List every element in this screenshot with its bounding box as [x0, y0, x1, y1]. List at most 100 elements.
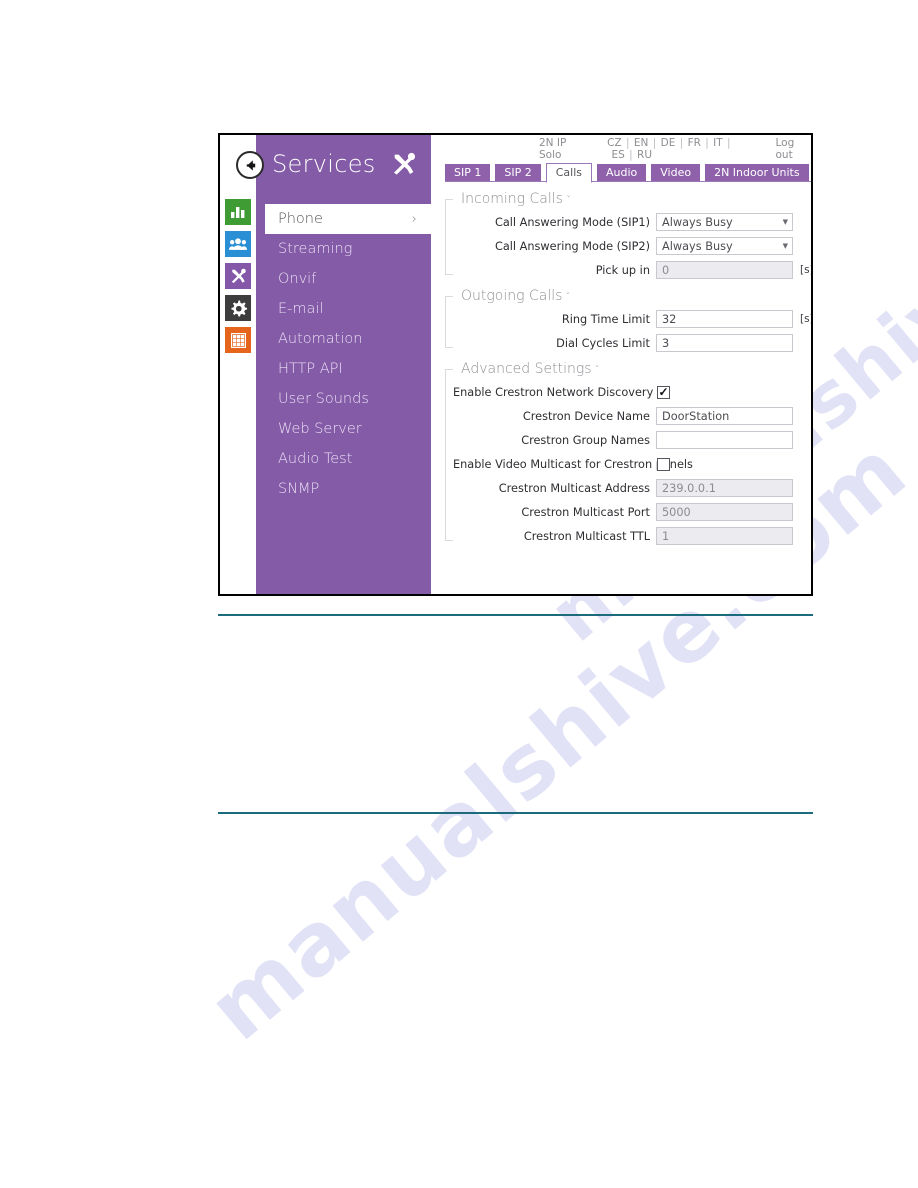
- tab-video[interactable]: Video: [651, 164, 701, 181]
- tab-2n-indoor-units[interactable]: 2N Indoor Units: [705, 164, 809, 181]
- ring-time-limit-input[interactable]: 32: [656, 310, 793, 328]
- chevron-down-icon: ˇ: [565, 292, 571, 303]
- horizontal-rule-bottom: [218, 812, 813, 814]
- sidebar-item-email[interactable]: E-mail: [256, 294, 431, 324]
- device-model: 2N IP Solo: [539, 137, 567, 161]
- field-row-crestron-multicast-address: Crestron Multicast Address 239.0.0.1: [453, 479, 811, 497]
- services-panel: Services Phone › Streaming Onvif E-mail …: [256, 135, 431, 594]
- sidebar-item-web-server[interactable]: Web Server: [256, 414, 431, 444]
- tab-audio[interactable]: Audio: [596, 164, 647, 181]
- logout-link[interactable]: Log out: [776, 137, 810, 161]
- field-row-dial-cycles-limit: Dial Cycles Limit 3: [453, 334, 811, 352]
- field-row-crestron-group-names: Crestron Group Names: [453, 431, 811, 449]
- top-bar: 2N IP Solo CZ | EN | DE | FR | IT | ES |…: [445, 135, 811, 163]
- field-label: Enable Video Multicast for Crestron pane…: [453, 457, 693, 471]
- lang-de[interactable]: DE: [661, 137, 676, 149]
- field-row-call-answering-sip2: Call Answering Mode (SIP2) Always Busy ▼: [453, 237, 811, 255]
- field-label: Enable Crestron Network Discovery: [453, 385, 654, 399]
- field-row-crestron-device-name: Crestron Device Name DoorStation: [453, 407, 811, 425]
- crestron-multicast-ttl-input[interactable]: 1: [656, 527, 793, 545]
- field-row-crestron-multicast-ttl: Crestron Multicast TTL 1: [453, 527, 811, 545]
- field-row-crestron-multicast-port: Crestron Multicast Port 5000: [453, 503, 811, 521]
- directory-icon[interactable]: [225, 231, 251, 257]
- services-icon[interactable]: [225, 263, 251, 289]
- lang-sep: |: [701, 137, 713, 149]
- sidebar-item-label: SNMP: [278, 481, 320, 497]
- section-title: Incoming Calls: [461, 191, 563, 207]
- section-outgoing-calls: Outgoing Calls ˇ Ring Time Limit 32 [s] D…: [445, 287, 811, 352]
- field-label: Crestron Multicast Port: [521, 505, 650, 519]
- field-label: Crestron Multicast TTL: [523, 529, 650, 543]
- call-answering-mode-sip1-select[interactable]: Always Busy ▼: [656, 213, 793, 231]
- lang-sep: |: [676, 137, 687, 149]
- field-value: Always Busy: [662, 239, 733, 253]
- field-value: 32: [662, 312, 677, 326]
- bar-chart-icon: [231, 207, 245, 218]
- sidebar-item-phone[interactable]: Phone ›: [265, 204, 431, 234]
- section-header[interactable]: Advanced Settings ˇ: [461, 361, 606, 377]
- lang-fr[interactable]: FR: [688, 137, 701, 149]
- checkmark-icon: ✓: [658, 385, 669, 399]
- sidebar-item-snmp[interactable]: SNMP: [256, 474, 431, 504]
- page-title: Services: [272, 150, 376, 178]
- language-switcher[interactable]: CZ | EN | DE | FR | IT | ES | RU: [607, 137, 753, 161]
- panel-header: Services: [256, 135, 431, 193]
- field-value: 239.0.0.1: [662, 481, 716, 495]
- field-value: DoorStation: [662, 409, 730, 423]
- field-unit: [s]: [800, 264, 813, 276]
- field-label: Crestron Multicast Address: [498, 481, 650, 495]
- dial-cycles-limit-input[interactable]: 3: [656, 334, 793, 352]
- sidebar-item-label: Phone: [278, 211, 323, 227]
- enable-crestron-network-discovery-checkbox[interactable]: ✓: [657, 385, 670, 399]
- gear-icon: [230, 299, 247, 317]
- crestron-multicast-address-input[interactable]: 239.0.0.1: [656, 479, 793, 497]
- tab-calls[interactable]: Calls: [545, 162, 592, 183]
- field-label: Ring Time Limit: [561, 312, 650, 326]
- pick-up-in-input[interactable]: 0: [656, 261, 793, 279]
- field-value: 3: [662, 336, 670, 350]
- lang-ru[interactable]: RU: [637, 149, 652, 161]
- sidebar-item-automation[interactable]: Automation: [256, 324, 431, 354]
- users-icon: [229, 238, 247, 250]
- section-incoming-calls: Incoming Calls ˇ Call Answering Mode (SIP…: [445, 190, 813, 279]
- lang-en[interactable]: EN: [634, 137, 649, 149]
- crestron-device-name-input[interactable]: DoorStation: [656, 407, 793, 425]
- field-value: 1: [662, 529, 670, 543]
- field-value: 0: [662, 263, 670, 277]
- sidebar-item-label: User Sounds: [278, 391, 369, 407]
- sidebar-item-label: Automation: [278, 331, 363, 347]
- sidebar-item-streaming[interactable]: Streaming: [256, 234, 431, 264]
- back-arrow-icon: [246, 159, 255, 171]
- tab-sip-1[interactable]: SIP 1: [445, 164, 491, 181]
- back-button[interactable]: [236, 151, 264, 179]
- enable-video-multicast-checkbox[interactable]: [657, 457, 670, 471]
- lang-es[interactable]: ES: [612, 149, 625, 161]
- field-label: Pick up in: [595, 263, 650, 277]
- system-icon[interactable]: [225, 295, 251, 321]
- tab-sip-2[interactable]: SIP 2: [495, 164, 541, 181]
- sidebar-item-audio-test[interactable]: Audio Test: [256, 444, 431, 474]
- content-area: 2N IP Solo CZ | EN | DE | FR | IT | ES |…: [431, 135, 813, 594]
- call-answering-mode-sip2-select[interactable]: Always Busy ▼: [656, 237, 793, 255]
- status-icon[interactable]: [225, 199, 251, 225]
- section-header[interactable]: Incoming Calls ˇ: [461, 191, 577, 207]
- field-label: Crestron Group Names: [521, 433, 650, 447]
- sidebar-item-onvif[interactable]: Onvif: [256, 264, 431, 294]
- chevron-down-icon: ˇ: [565, 195, 571, 206]
- crestron-group-names-input[interactable]: [656, 431, 793, 449]
- field-label: Crestron Device Name: [522, 409, 650, 423]
- field-row-ring-time-limit: Ring Time Limit 32 [s]: [453, 310, 811, 328]
- field-value: 5000: [662, 505, 691, 519]
- lang-cz[interactable]: CZ: [607, 137, 622, 149]
- section-header[interactable]: Outgoing Calls ˇ: [461, 288, 577, 304]
- hardware-icon[interactable]: [225, 327, 251, 353]
- sidebar-item-label: HTTP API: [278, 361, 343, 377]
- section-title: Outgoing Calls: [461, 288, 563, 304]
- field-row-pick-up-in: Pick up in 0 [s]: [453, 261, 813, 279]
- sidebar-item-label: E-mail: [278, 301, 324, 317]
- field-label: Call Answering Mode (SIP2): [494, 239, 650, 253]
- crestron-multicast-port-input[interactable]: 5000: [656, 503, 793, 521]
- lang-it[interactable]: IT: [713, 137, 723, 149]
- sidebar-item-http-api[interactable]: HTTP API: [256, 354, 431, 384]
- sidebar-item-user-sounds[interactable]: User Sounds: [256, 384, 431, 414]
